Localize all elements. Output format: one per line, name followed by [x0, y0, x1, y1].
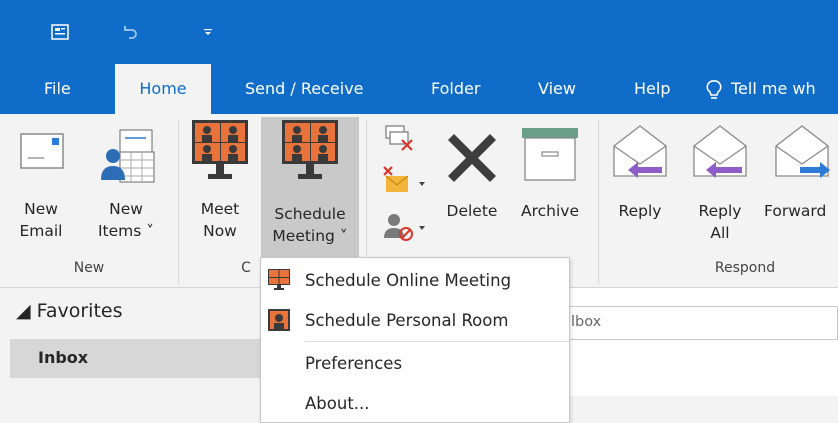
reply-label: Reply	[618, 202, 662, 220]
forward-icon	[775, 125, 830, 178]
schedule-meeting-label-2: Meeting ˅	[272, 227, 348, 245]
new-email-button[interactable]: New Email	[12, 122, 70, 252]
menu-item-about[interactable]: About...	[261, 384, 569, 423]
archive-box-icon	[522, 128, 578, 181]
schedule-meeting-icon	[282, 120, 338, 179]
meet-now-icon	[192, 120, 248, 179]
tab-home-label: Home	[139, 79, 187, 98]
junk-icon	[384, 214, 425, 241]
new-items-label-2: Items ˅	[97, 222, 155, 240]
new-items-label-1: New	[109, 200, 143, 218]
meet-now-button[interactable]: Meet Now	[184, 118, 256, 252]
favorites-header[interactable]: ◢ Favorites	[16, 300, 122, 322]
schedule-meeting-button[interactable]: Schedule Meeting ˅	[261, 117, 359, 257]
tab-help[interactable]: Help	[634, 64, 670, 114]
tab-file-label: File	[44, 79, 71, 98]
archive-button[interactable]: Archive	[512, 122, 588, 252]
menu-item-label: Preferences	[305, 354, 403, 373]
reply-all-label-2: All	[710, 224, 730, 242]
junk-button[interactable]	[380, 210, 428, 246]
menu-item-label: Schedule Online Meeting	[305, 271, 512, 290]
tab-view-label: View	[538, 79, 576, 98]
schedule-meeting-menu: Schedule Online Meeting Schedule Persona…	[260, 257, 570, 423]
new-email-label-1: New	[24, 200, 58, 218]
group-label-new: New	[73, 260, 105, 276]
menu-item-schedule-online-meeting[interactable]: Schedule Online Meeting	[261, 261, 569, 301]
reply-all-label-1: Reply	[698, 202, 742, 220]
online-meeting-icon	[268, 269, 290, 290]
schedule-meeting-label-1: Schedule	[274, 205, 346, 223]
clean-up-button[interactable]	[380, 164, 428, 200]
inbox-label: Inbox	[38, 348, 89, 367]
reply-all-button[interactable]: Reply All	[684, 122, 756, 252]
outlook-app-icon[interactable]	[50, 22, 70, 42]
ignore-button[interactable]	[380, 122, 420, 158]
forward-button[interactable]: Forward	[760, 122, 838, 252]
new-items-button[interactable]: New Items ˅	[90, 122, 162, 252]
reply-button[interactable]: Reply	[606, 122, 674, 252]
undo-icon[interactable]	[120, 22, 140, 42]
menu-item-preferences[interactable]: Preferences	[261, 344, 569, 384]
ribbon-separator	[598, 120, 599, 284]
new-email-label-2: Email	[19, 222, 63, 240]
envelope-icon	[20, 133, 64, 169]
menu-item-label: Schedule Personal Room	[305, 311, 509, 330]
reply-icon	[613, 125, 667, 178]
tell-me-label: Tell me wh	[731, 79, 816, 98]
folder-inbox[interactable]: Inbox	[10, 339, 262, 378]
message-list-header	[568, 396, 838, 423]
lightbulb-icon	[706, 80, 722, 99]
delete-x-icon	[448, 134, 496, 182]
ribbon-separator	[178, 120, 179, 284]
menu-separator	[305, 341, 569, 342]
delete-label: Delete	[446, 202, 498, 220]
delete-button[interactable]: Delete	[440, 122, 504, 252]
tab-view[interactable]: View	[538, 64, 576, 114]
customize-qat-icon[interactable]	[198, 22, 218, 42]
ignore-icon	[385, 125, 413, 151]
search-input[interactable]: lbox	[568, 306, 838, 340]
meet-now-label-1: Meet	[200, 200, 240, 218]
menu-item-schedule-personal-room[interactable]: Schedule Personal Room	[261, 301, 569, 341]
group-label-respond: Respond	[714, 260, 776, 276]
meet-now-label-2: Now	[203, 222, 237, 240]
forward-label: Forward	[764, 202, 827, 220]
tab-home[interactable]: Home	[115, 64, 211, 114]
menu-item-label: About...	[305, 394, 370, 413]
personal-room-icon	[268, 309, 290, 331]
tab-file[interactable]: File	[44, 64, 71, 114]
reply-all-icon	[693, 125, 747, 178]
ribbon-tab-bar: File Home Send / Receive Folder View Hel…	[0, 64, 838, 114]
title-bar	[0, 0, 838, 64]
new-items-icon	[101, 129, 155, 183]
tab-send-receive[interactable]: Send / Receive	[245, 64, 364, 114]
tab-send-receive-label: Send / Receive	[245, 79, 364, 98]
search-placeholder: lbox	[571, 314, 602, 330]
tab-folder[interactable]: Folder	[431, 64, 480, 114]
clean-up-icon	[383, 166, 425, 192]
archive-label: Archive	[521, 202, 579, 220]
tab-folder-label: Folder	[431, 79, 481, 98]
group-label-partial: C	[241, 260, 251, 276]
tab-help-label: Help	[634, 79, 671, 98]
